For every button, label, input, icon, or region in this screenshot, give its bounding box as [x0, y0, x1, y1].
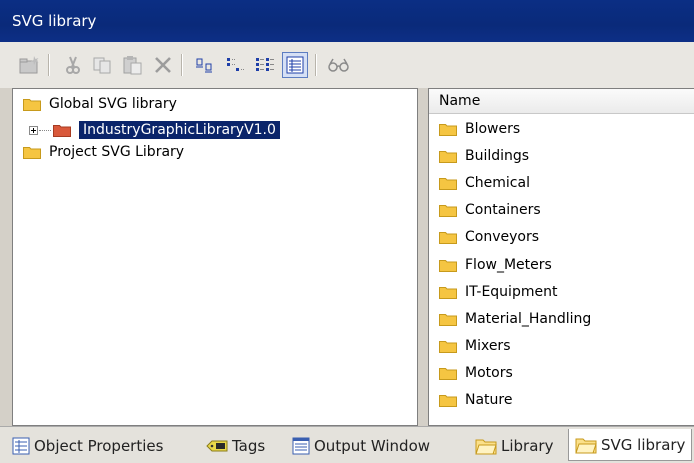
library-folder-icon: [575, 436, 597, 454]
list-item[interactable]: Material_Handling: [439, 308, 591, 330]
toolbar-separator: [181, 54, 183, 76]
column-header-name[interactable]: Name: [429, 89, 694, 114]
list-item[interactable]: Motors: [439, 362, 513, 384]
list-item[interactable]: Containers: [439, 199, 541, 221]
list-item[interactable]: Nature: [439, 389, 512, 411]
list-item[interactable]: Blowers: [439, 118, 520, 140]
file-list[interactable]: Name Blowers Buildings Chemical Containers C…: [428, 88, 694, 426]
cut-icon[interactable]: [60, 52, 86, 78]
delete-icon[interactable]: [150, 52, 176, 78]
list-item-label: Conveyors: [465, 229, 540, 246]
library-folder-icon: [475, 437, 497, 455]
toolbar: [0, 42, 694, 88]
toolbar-separator: [48, 54, 50, 76]
folder-icon: [439, 258, 457, 272]
list-item[interactable]: Flow_Meters: [439, 254, 552, 276]
tree-item-project-svg-library[interactable]: Project SVG Library: [23, 141, 184, 163]
new-folder-icon[interactable]: [16, 52, 42, 78]
folder-icon: [439, 312, 457, 326]
output-window-icon: [292, 437, 310, 455]
list-item[interactable]: Conveyors: [439, 226, 539, 248]
folder-icon: [439, 203, 457, 218]
list-item-label: Material_Handling: [465, 310, 592, 327]
list-item-label: Motors: [465, 364, 513, 381]
title-bar: SVG library: [0, 0, 694, 42]
tab-bar: Object Properties Tags Output Window Lib…: [0, 426, 694, 463]
list-item-label: Buildings: [465, 148, 530, 165]
folder-icon: [439, 285, 457, 299]
tab-output-window[interactable]: Output Window: [292, 432, 430, 460]
list-item-label: Nature: [465, 392, 513, 408]
folder-icon: [439, 149, 457, 164]
tree-connector: [39, 130, 51, 132]
list-view-icon[interactable]: [252, 52, 278, 78]
folder-icon: [439, 339, 457, 353]
tree-item-label: Global SVG library: [49, 96, 177, 112]
properties-icon: [12, 437, 30, 455]
list-item[interactable]: Mixers: [439, 335, 511, 357]
tab-object-properties[interactable]: Object Properties: [12, 432, 163, 460]
list-item[interactable]: IT-Equipment: [439, 281, 557, 303]
window-title: SVG library: [12, 12, 97, 30]
list-item[interactable]: Chemical: [439, 172, 530, 194]
tab-svg-library[interactable]: SVG library: [568, 429, 693, 461]
list-item[interactable]: Buildings: [439, 145, 529, 167]
tab-tags[interactable]: Tags: [206, 432, 265, 460]
paste-icon[interactable]: [120, 52, 146, 78]
list-item-label: Blowers: [465, 121, 521, 137]
list-item-label: IT-Equipment: [465, 283, 558, 300]
list-item-label: Mixers: [465, 337, 511, 354]
folder-icon: [439, 122, 457, 136]
tag-icon: [206, 439, 228, 453]
preview-icon[interactable]: [326, 52, 352, 78]
tab-library[interactable]: Library: [475, 432, 553, 460]
tree-item-global-svg-library[interactable]: Global SVG library: [23, 93, 177, 115]
details-view-icon[interactable]: [282, 52, 308, 78]
folder-tree[interactable]: Global SVG library IndustryGraphicLibrar…: [12, 88, 418, 426]
folder-icon: [439, 230, 457, 245]
tree-item-label: IndustryGraphicLibraryV1.0: [79, 121, 280, 139]
folder-icon: [23, 145, 41, 159]
tree-item-label: Project SVG Library: [49, 144, 185, 160]
folder-icon: [439, 393, 457, 407]
list-item-label: Flow_Meters: [465, 256, 552, 273]
folder-icon: [439, 176, 457, 191]
folder-icon: [439, 366, 457, 380]
tree-item-industry-graphic-library[interactable]: IndustryGraphicLibraryV1.0: [53, 119, 280, 141]
small-icons-view-icon[interactable]: [222, 52, 248, 78]
list-item-label: Containers: [465, 202, 541, 219]
folder-icon: [23, 97, 41, 111]
toolbar-separator: [315, 54, 317, 76]
copy-icon[interactable]: [90, 52, 116, 78]
list-item-label: Chemical: [465, 175, 530, 192]
expand-toggle[interactable]: [29, 126, 38, 135]
large-icons-view-icon[interactable]: [192, 52, 218, 78]
folder-icon: [53, 123, 71, 137]
